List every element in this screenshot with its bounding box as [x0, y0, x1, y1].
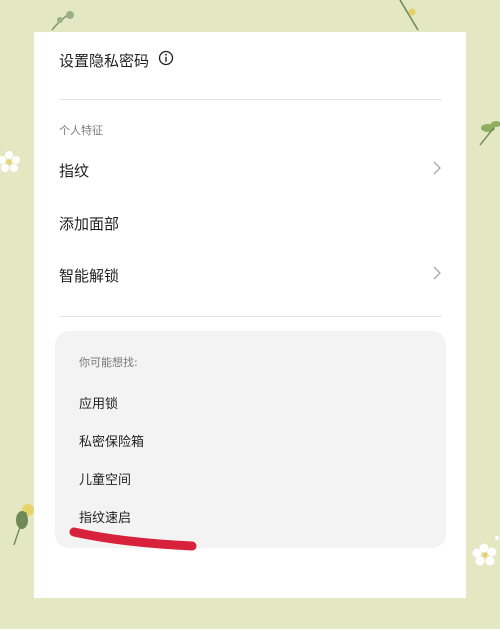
red-highlight-underline	[69, 527, 197, 551]
